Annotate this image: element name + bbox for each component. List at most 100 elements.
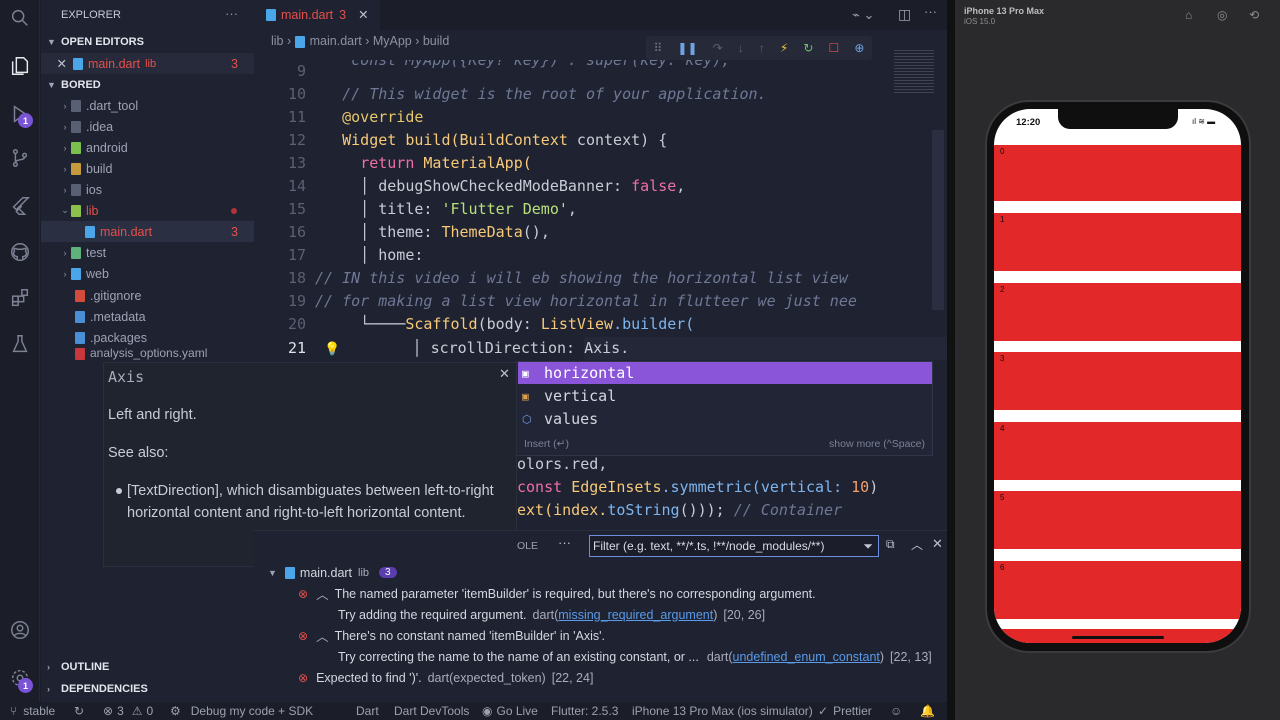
branch-status[interactable]: ⑂ stable	[10, 702, 55, 720]
tree-item-metadata[interactable]: .metadata	[41, 306, 254, 327]
code-text: ,	[540, 223, 550, 241]
problem-item[interactable]: ⊗ ︿ There's no constant named 'itemBuilder…	[254, 625, 944, 646]
list-item[interactable]: 2	[994, 283, 1241, 341]
chevron-right-icon: ›	[63, 100, 67, 111]
stop-icon[interactable]: ☐	[829, 41, 840, 55]
list-item[interactable]: 0	[994, 145, 1241, 201]
step-into-icon[interactable]: ↓	[738, 41, 744, 55]
debug-icon[interactable]: 1	[6, 100, 34, 128]
close-panel-icon[interactable]: ✕	[932, 536, 943, 552]
go-live-status[interactable]: ◉ Go Live	[482, 702, 538, 720]
account-icon[interactable]	[6, 616, 34, 644]
tree-item-lib[interactable]: ⌄ lib	[41, 200, 254, 221]
extensions-icon[interactable]	[6, 284, 34, 312]
collapse-all-icon[interactable]: ⧉	[886, 537, 895, 552]
tree-item-main-dart[interactable]: main.dart 3	[41, 221, 254, 242]
search-icon[interactable]	[6, 4, 34, 32]
device-status[interactable]: iPhone 13 Pro Max (ios simulator)	[632, 702, 813, 720]
problem-rule-link[interactable]: undefined_enum_constant	[733, 650, 880, 664]
more-actions-icon[interactable]: ···	[558, 535, 571, 550]
suggestion-vertical[interactable]: ▣ vertical	[518, 385, 932, 407]
explorer-icon[interactable]	[6, 52, 34, 80]
prettier-status[interactable]: ✓ Prettier	[818, 702, 872, 720]
close-icon[interactable]: ✕	[41, 56, 67, 71]
tab-main-dart[interactable]: main.dart 3 ✕	[254, 0, 380, 30]
drag-handle-icon[interactable]: ⠿	[654, 41, 663, 55]
tree-item-gitignore[interactable]: .gitignore	[41, 285, 254, 306]
tree-item-android[interactable]: › android	[41, 137, 254, 158]
iphone-screen[interactable]: 12:20 ıl ≋ ▬ 0 1 2 3 4 5 6	[994, 109, 1241, 643]
dependencies-section[interactable]: › DEPENDENCIES	[41, 679, 254, 699]
tree-label: android	[86, 140, 128, 155]
suggest-footer-more[interactable]: show more (^Space)	[829, 438, 925, 450]
inspect-icon[interactable]: ⊕	[854, 41, 864, 55]
restart-icon[interactable]: ↻	[803, 41, 813, 55]
more-actions-icon[interactable]: ···	[225, 6, 238, 21]
step-over-icon[interactable]: ↷	[713, 41, 723, 55]
notifications-icon[interactable]: 🔔	[920, 702, 935, 720]
source-control-icon[interactable]	[6, 144, 34, 172]
filter-icon[interactable]: ⏷	[863, 539, 873, 554]
list-item[interactable]: 5	[994, 491, 1241, 549]
flutter-version-status[interactable]: Flutter: 2.5.3	[551, 702, 618, 720]
breadcrumb-item[interactable]: build	[423, 34, 449, 48]
split-editor-icon[interactable]: ◫	[898, 6, 911, 23]
run-icon[interactable]: ⌁ ⌄	[852, 7, 874, 23]
close-icon[interactable]: ✕	[499, 366, 510, 382]
project-section[interactable]: ▼ BORED	[41, 75, 254, 95]
problems-filter-input[interactable]: Filter (e.g. text, **/*.ts, !**/node_mod…	[589, 535, 879, 557]
suggestion-horizontal[interactable]: ▣ horizontal	[518, 362, 932, 384]
breadcrumb-item[interactable]: main.dart	[310, 34, 362, 48]
maximize-panel-icon[interactable]: ︿	[911, 536, 923, 553]
simulator-titlebar: iPhone 13 Pro Max iOS 15.0 ⌂ ◎ ⟲	[955, 0, 1280, 30]
minimap[interactable]	[894, 50, 934, 95]
tree-item-test[interactable]: › test	[41, 242, 254, 263]
debug-status[interactable]: ⚙ Debug my code + SDK	[170, 702, 313, 720]
sync-icon[interactable]: ↻	[74, 702, 84, 720]
close-icon[interactable]: ✕	[358, 7, 368, 22]
outline-section[interactable]: › OUTLINE	[41, 657, 254, 677]
open-editor-item[interactable]: ✕ main.dart lib 3	[41, 53, 254, 74]
problem-rule-link[interactable]: missing_required_argument	[558, 608, 713, 622]
testing-icon[interactable]	[6, 330, 34, 358]
rotate-icon[interactable]: ⟲	[1249, 8, 1259, 22]
simulator-title: iPhone 13 Pro Max	[964, 6, 1045, 16]
screenshot-icon[interactable]: ◎	[1217, 8, 1227, 22]
more-actions-icon[interactable]: ···	[924, 4, 937, 19]
home-icon[interactable]: ⌂	[1185, 8, 1192, 22]
dart-status[interactable]: Dart	[356, 702, 379, 720]
scrollbar[interactable]	[932, 130, 944, 310]
settings-gear-icon[interactable]: 1	[6, 664, 34, 693]
tree-item-idea[interactable]: › .idea	[41, 116, 254, 137]
tree-item-packages[interactable]: .packages	[41, 327, 254, 348]
suggestion-values[interactable]: ⬡ values	[518, 408, 932, 430]
list-item[interactable]: 3	[994, 352, 1241, 410]
open-editors-section[interactable]: ▼ OPEN EDITORS	[41, 32, 254, 52]
flutter-icon[interactable]	[6, 192, 34, 220]
problem-item[interactable]: ⊗ Expected to find ')'. dart(expected_toke…	[254, 667, 944, 688]
lightbulb-icon[interactable]: 💡	[324, 342, 340, 357]
tree-item-build[interactable]: › build	[41, 158, 254, 179]
problems-status[interactable]: ⊗ 3 ⚠ 0	[103, 702, 153, 720]
breadcrumb-item[interactable]: lib	[271, 34, 284, 48]
devtools-status[interactable]: Dart DevTools	[394, 702, 469, 720]
tree-item-web[interactable]: › web	[41, 263, 254, 284]
step-out-icon[interactable]: ↑	[759, 41, 765, 55]
github-icon[interactable]	[6, 238, 34, 266]
problem-file-group[interactable]: ▼ main.dart lib 3	[254, 562, 944, 583]
suggestion-label: vertical	[544, 387, 617, 405]
list-item[interactable]: 1	[994, 213, 1241, 271]
tree-item-dart-tool[interactable]: › .dart_tool	[41, 95, 254, 116]
pause-icon[interactable]: ❚❚	[677, 41, 697, 55]
code-text: // This widget is the root of your appli…	[342, 85, 767, 103]
list-item[interactable]: 6	[994, 561, 1241, 619]
tree-item-ios[interactable]: › ios	[41, 179, 254, 200]
hot-reload-icon[interactable]: ⚡	[780, 41, 788, 55]
tree-item-analysis-options[interactable]: analysis_options.yaml	[41, 348, 254, 360]
breadcrumb-item[interactable]: MyApp	[373, 34, 412, 48]
list-item[interactable]: 4	[994, 422, 1241, 480]
problem-item[interactable]: ⊗ ︿ The named parameter 'itemBuilder' is r…	[254, 583, 944, 604]
suggestion-label: values	[544, 410, 599, 428]
panel-tab[interactable]: OLE	[517, 540, 538, 552]
feedback-icon[interactable]: ☺	[890, 702, 902, 720]
